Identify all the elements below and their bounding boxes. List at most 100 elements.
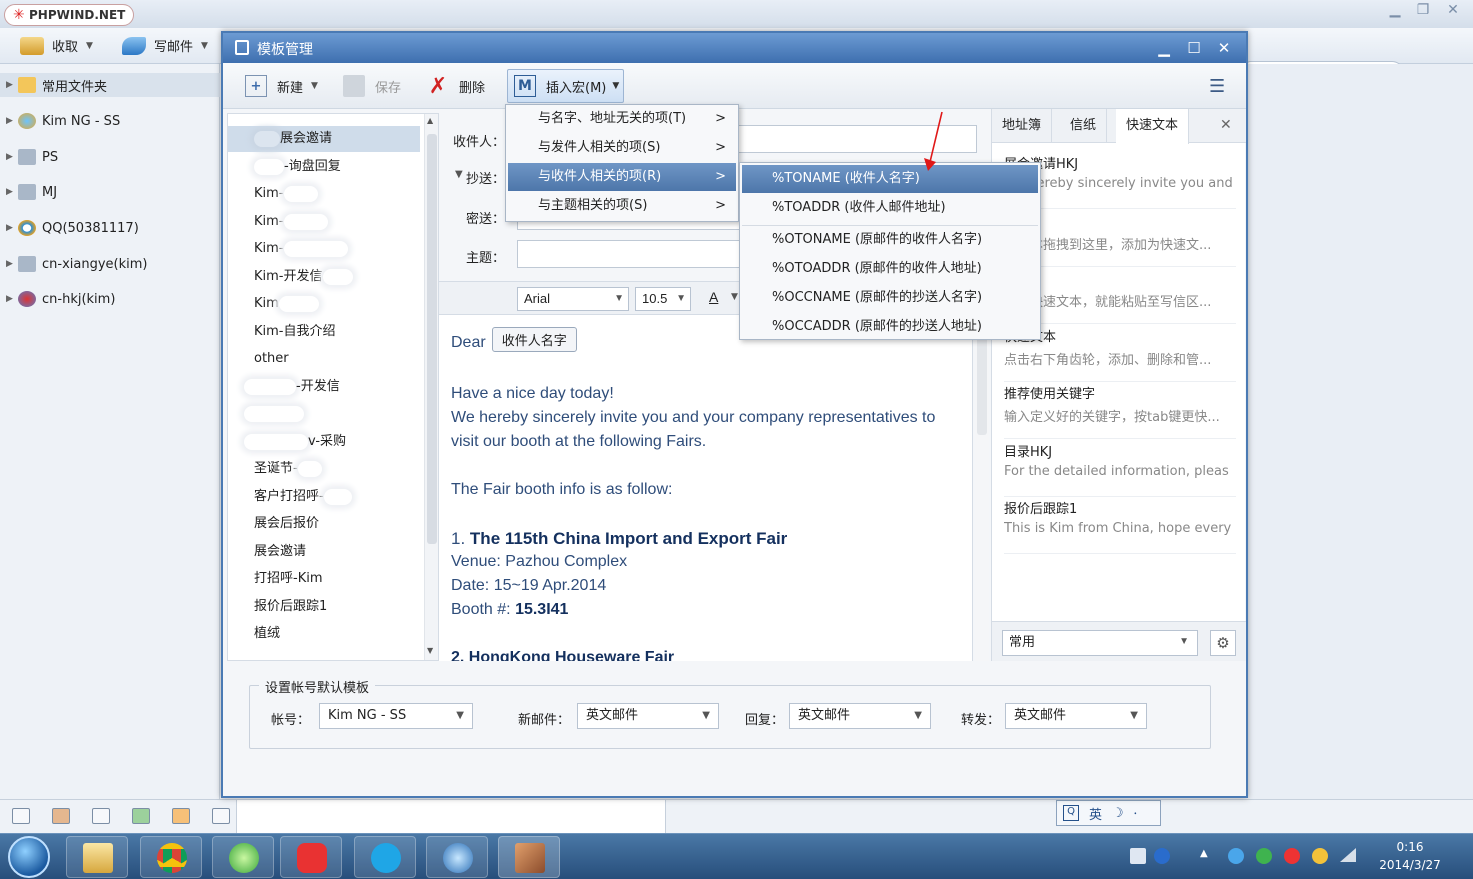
mail-icon[interactable] [12, 808, 30, 824]
font-size-select[interactable]: 10.5 ▼ [635, 287, 691, 311]
list-item[interactable]: 圣诞节- [228, 456, 420, 482]
help-tray-icon[interactable] [1154, 848, 1170, 864]
expand-arrow-icon[interactable]: ▶ [6, 80, 18, 90]
expand-arrow-icon[interactable]: ▶ [6, 116, 18, 126]
sidebar-item-account[interactable]: ▶ cn-hkj(kim) [0, 287, 220, 311]
tab-stationery[interactable]: 信纸 [1060, 109, 1108, 143]
reply-template-select[interactable]: 英文邮件 ▼ [789, 703, 931, 729]
close-icon[interactable]: ✕ [1211, 37, 1237, 59]
macro-toname[interactable]: %TONAME (收件人名字) [742, 165, 1038, 193]
message-editor[interactable]: Dear 收件人名字 Have a nice day today! We here… [439, 315, 973, 661]
explorer-taskbar-button[interactable] [66, 836, 128, 878]
save-button[interactable]: 保存 [337, 71, 407, 101]
maximize-icon[interactable]: ☐ [1181, 37, 1207, 59]
list-item[interactable]: Kim- [228, 209, 420, 235]
receive-button[interactable]: 收取 ▼ [16, 28, 97, 64]
list-item[interactable]: v-采购 [228, 429, 420, 455]
system-clock[interactable]: 0:16 2014/3/27 [1370, 838, 1450, 874]
list-item[interactable]: Kim-自我介绍 [228, 319, 420, 345]
note-icon[interactable] [132, 808, 150, 824]
macro-occaddr[interactable]: %OCCADDR (原邮件的抄送人地址) [742, 313, 1038, 341]
menu-item-subject[interactable]: 与主题相关的项(S) > [508, 192, 736, 220]
forward-template-select[interactable]: 英文邮件 ▼ [1005, 703, 1147, 729]
menu-item-recipient[interactable]: 与收件人相关的项(R) > [508, 163, 736, 191]
quick-text-item[interactable]: 推荐使用关键字 输入定义好的关键字，按tab键更快... [1004, 383, 1236, 439]
delete-button[interactable]: ✗ 删除 [421, 71, 491, 101]
sidebar-item-common-folders[interactable]: ▶ 常用文件夹 [0, 73, 220, 97]
tab-address-book[interactable]: 地址簿 [992, 109, 1053, 143]
list-item[interactable]: other [228, 346, 420, 372]
chevron-down-icon[interactable]: ▼ [731, 292, 738, 302]
account-select[interactable]: Kim NG - SS ▼ [319, 703, 473, 729]
list-view-icon[interactable]: ☰ [1209, 76, 1225, 97]
skype-taskbar-button[interactable] [354, 836, 416, 878]
insert-macro-button[interactable]: M 插入宏(M) ▼ [507, 69, 625, 103]
qq-tray-icon[interactable] [1312, 848, 1328, 864]
tab-quick-text[interactable]: 快速文本 [1116, 109, 1190, 144]
g-tray-icon[interactable] [1284, 848, 1300, 864]
ime-toolbar[interactable]: Q 英 ☽ ⸱ [1056, 800, 1161, 826]
start-button[interactable] [8, 836, 50, 878]
show-hidden-icons[interactable]: ▲ [1200, 848, 1216, 864]
expand-arrow-icon[interactable]: ▶ [6, 223, 18, 233]
signal-tray-icon[interactable] [1340, 848, 1356, 862]
tools-icon[interactable] [212, 808, 230, 824]
close-panel-icon[interactable]: ✕ [1220, 117, 1232, 133]
list-item[interactable]: Kim-开发信 [228, 264, 420, 290]
image-taskbar-button[interactable] [498, 836, 560, 878]
sidebar-item-account[interactable]: ▶ cn-xiangye(kim) [0, 252, 220, 276]
list-scrollbar[interactable]: ▲ ▼ [424, 114, 438, 660]
category-select[interactable]: 常用 ▼ [1002, 630, 1198, 656]
list-item[interactable]: -开发信 [228, 374, 420, 400]
macro-otoname[interactable]: %OTONAME (原邮件的收件人名字) [742, 226, 1038, 254]
list-item[interactable]: Kim- [228, 236, 420, 262]
minimize-icon[interactable]: ▁ [1151, 37, 1177, 59]
mail-taskbar-button[interactable] [426, 836, 488, 878]
list-item[interactable]: 展会邀请 [228, 126, 420, 152]
editor-scrollbar[interactable] [975, 315, 989, 661]
list-item[interactable] [228, 401, 420, 427]
macro-otoaddr[interactable]: %OTOADDR (原邮件的收件人地址) [742, 255, 1038, 283]
quick-text-item[interactable]: 目录HKJ For the detailed information, pleas [1004, 441, 1236, 497]
restore-icon[interactable]: ❐ [1410, 2, 1436, 20]
network-app-tray-icon[interactable] [1228, 848, 1244, 864]
macro-toaddr[interactable]: %TOADDR (收件人邮件地址) [742, 194, 1038, 222]
recipient-name-macro[interactable]: 收件人名字 [491, 327, 577, 352]
chevron-down-icon[interactable]: ▼ [311, 81, 318, 91]
quick-text-item[interactable]: 报价后跟踪1 This is Kim from China, hope every [1004, 498, 1236, 554]
gear-icon[interactable]: ⚙ [1210, 630, 1236, 656]
list-item[interactable]: 报价后跟踪1 [228, 594, 420, 620]
sidebar-item-account[interactable]: ▶ QQ(50381117) [0, 216, 220, 240]
scroll-thumb[interactable] [427, 134, 437, 544]
sidebar-item-account[interactable]: ▶ MJ [0, 180, 220, 204]
sidebar-item-account[interactable]: ▶ Kim NG - SS [0, 109, 220, 133]
list-item[interactable]: 植绒 [228, 621, 420, 647]
menu-item-general[interactable]: 与名字、地址无关的项(T) > [508, 105, 736, 133]
chevron-down-icon[interactable]: ▼ [86, 41, 93, 51]
compose-button[interactable]: 写邮件 ▼ [118, 28, 212, 64]
expand-arrow-icon[interactable]: ▶ [6, 294, 18, 304]
app-taskbar-button[interactable] [280, 836, 342, 878]
expand-arrow-icon[interactable]: ▶ [6, 259, 18, 269]
calendar-icon[interactable] [92, 808, 110, 824]
list-item[interactable]: 展会邀请 [228, 539, 420, 565]
chevron-down-icon[interactable]: ▼ [201, 41, 208, 51]
contacts-icon[interactable] [52, 808, 70, 824]
keyboard-tray-icon[interactable] [1130, 848, 1146, 864]
list-item[interactable]: 展会后报价 [228, 511, 420, 537]
browser-taskbar-button[interactable] [212, 836, 274, 878]
scroll-down-icon[interactable]: ▼ [427, 646, 433, 655]
ime-language[interactable]: 英 [1089, 804, 1102, 823]
punctuation-icon[interactable]: ⸱ [1134, 804, 1137, 822]
macro-occname[interactable]: %OCCNAME (原邮件的抄送人名字) [742, 284, 1038, 312]
list-item[interactable]: Kim- [228, 181, 420, 207]
half-width-icon[interactable]: ☽ [1112, 806, 1124, 821]
new-button[interactable]: + 新建 ▼ [239, 71, 324, 101]
font-family-select[interactable]: Arial ▼ [517, 287, 629, 311]
new-mail-template-select[interactable]: 英文邮件 ▼ [577, 703, 719, 729]
font-color-button[interactable]: A [709, 289, 718, 305]
menu-item-sender[interactable]: 与发件人相关的项(S) > [508, 134, 736, 162]
list-item[interactable]: -询盘回复 [228, 154, 420, 180]
expand-arrow-icon[interactable]: ▶ [6, 187, 18, 197]
list-item[interactable]: Kim [228, 291, 420, 317]
